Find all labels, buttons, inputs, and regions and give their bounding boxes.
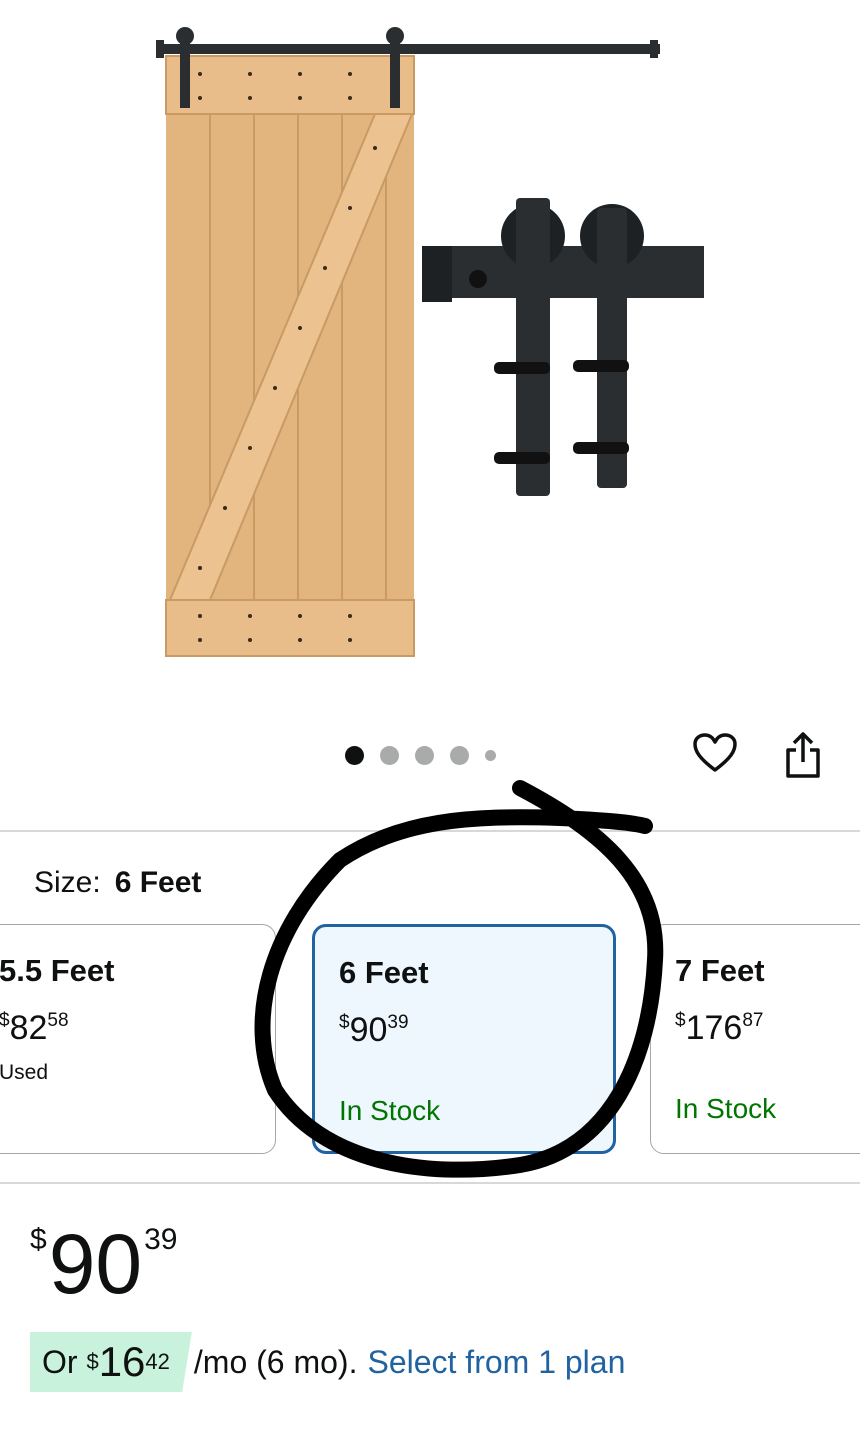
- size-option-5-5-feet[interactable]: 5.5 Feet $8258 Used: [0, 924, 276, 1154]
- size-selected-value: 6 Feet: [114, 866, 202, 899]
- installment-offer: Or $16 42 /mo (6 mo). Select from 1 plan: [30, 1332, 625, 1392]
- product-price: $9039: [30, 1217, 178, 1311]
- share-button[interactable]: [776, 728, 830, 782]
- option-name: 5.5 Feet: [0, 953, 115, 988]
- carousel-dot-2[interactable]: [380, 745, 399, 765]
- divider: [0, 830, 860, 832]
- image-carousel-dots[interactable]: [345, 740, 525, 770]
- carousel-dot-4[interactable]: [450, 745, 469, 765]
- installment-badge: Or $16 42: [30, 1332, 192, 1392]
- option-price: $9039: [339, 1011, 409, 1049]
- carousel-dot-1[interactable]: [345, 745, 364, 765]
- size-label: Size:: [34, 866, 101, 899]
- option-stock-status: In Stock: [339, 1095, 441, 1126]
- heart-icon: [693, 733, 737, 772]
- size-option-7-feet[interactable]: 7 Feet $17687 In Stock: [650, 924, 860, 1154]
- option-name: 6 Feet: [339, 955, 429, 990]
- size-option-6-feet[interactable]: 6 Feet $9039 In Stock: [312, 924, 616, 1154]
- option-name: 7 Feet: [675, 953, 765, 988]
- option-stock-status: In Stock: [675, 1093, 777, 1124]
- option-price: $17687: [675, 1009, 764, 1047]
- select-plan-link[interactable]: Select from 1 plan: [367, 1344, 625, 1381]
- product-image[interactable]: [150, 18, 720, 668]
- size-header: Size: 6 Feet: [34, 866, 201, 900]
- installment-terms: /mo (6 mo).: [193, 1343, 358, 1380]
- add-to-list-button[interactable]: [688, 726, 742, 780]
- option-condition: Used: [0, 1061, 49, 1084]
- option-price: $8258: [0, 1009, 69, 1047]
- divider: [0, 1182, 860, 1184]
- carousel-dot-3[interactable]: [415, 745, 434, 765]
- share-icon: [786, 732, 820, 778]
- carousel-dot-5[interactable]: [485, 749, 496, 761]
